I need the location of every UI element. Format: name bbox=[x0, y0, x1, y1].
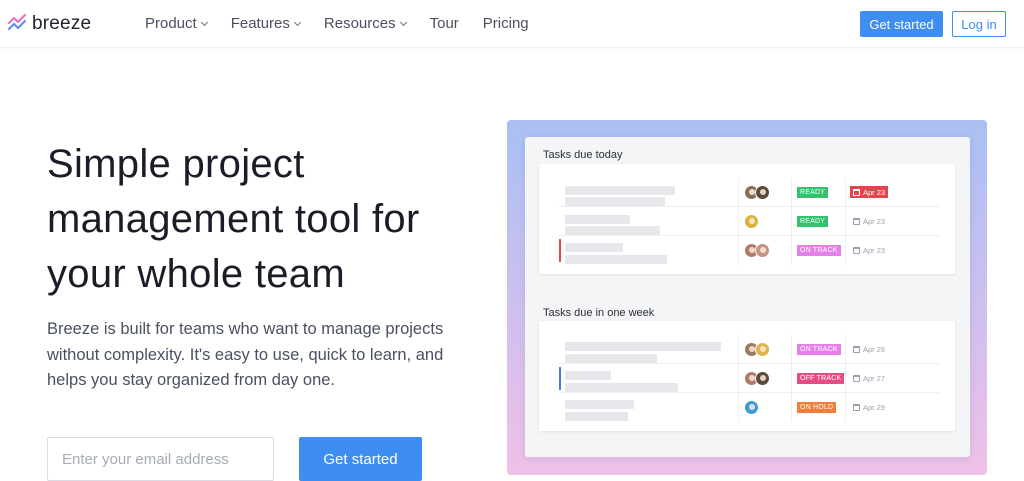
task-text-placeholder bbox=[565, 354, 657, 363]
hero-title-line: management tool for bbox=[47, 197, 420, 241]
hero-title-line: your whole team bbox=[47, 252, 345, 296]
hero-description-line: helps you stay organized from day one. bbox=[47, 371, 336, 389]
task-row[interactable]: ON TRACK Apr 26 bbox=[539, 335, 955, 364]
due-date-text: Apr 29 bbox=[863, 402, 886, 412]
avatar bbox=[755, 243, 770, 258]
task-row[interactable]: OFF TRACK Apr 27 bbox=[539, 364, 955, 393]
due-date[interactable]: Apr 23 bbox=[850, 186, 889, 198]
nav-get-started-button[interactable]: Get started bbox=[860, 11, 943, 37]
due-date-text: Apr 23 bbox=[863, 245, 886, 255]
task-text-placeholder bbox=[565, 197, 665, 206]
nav-item-label: Product bbox=[145, 15, 197, 32]
assignee-avatars[interactable] bbox=[744, 371, 770, 386]
task-text-placeholder bbox=[565, 255, 667, 264]
assignee-avatars[interactable] bbox=[744, 342, 770, 357]
task-row[interactable]: ON TRACK Apr 23 bbox=[539, 236, 955, 265]
calendar-icon bbox=[853, 246, 860, 254]
calendar-icon bbox=[853, 374, 860, 382]
due-date-text: Apr 23 bbox=[863, 187, 886, 197]
section-title-tasks-today: Tasks due today bbox=[543, 149, 623, 161]
status-badge[interactable]: ON HOLD bbox=[797, 402, 837, 413]
priority-flag bbox=[559, 367, 561, 390]
calendar-icon bbox=[853, 188, 860, 196]
task-table-week: ON TRACK Apr 26 OFF TRACK Apr 27 ON HOLD Apr … bbox=[539, 321, 955, 431]
due-date[interactable]: Apr 23 bbox=[850, 244, 888, 256]
due-date[interactable]: Apr 26 bbox=[850, 343, 888, 355]
due-date[interactable]: Apr 23 bbox=[850, 215, 888, 227]
nav-item-label: Tour bbox=[429, 15, 459, 32]
assignee-avatars[interactable] bbox=[744, 214, 759, 229]
due-date-text: Apr 23 bbox=[863, 216, 886, 226]
status-badge[interactable]: ON TRACK bbox=[797, 344, 841, 355]
avatar bbox=[755, 371, 770, 386]
hero-description: Breeze is built for teams who want to ma… bbox=[47, 317, 487, 394]
avatar bbox=[744, 214, 759, 229]
assignee-avatars[interactable] bbox=[744, 400, 759, 415]
task-text-placeholder bbox=[565, 243, 623, 252]
nav-links: Product Features Resources Tour Pricing bbox=[145, 15, 529, 32]
task-row[interactable]: ON HOLD Apr 29 bbox=[539, 393, 955, 422]
logo-text: breeze bbox=[32, 13, 92, 34]
task-text-placeholder bbox=[565, 186, 675, 195]
product-preview-card: Tasks due today READY Apr 23 READY Apr 23 ON… bbox=[525, 137, 970, 457]
priority-flag bbox=[559, 239, 561, 262]
task-text-placeholder bbox=[565, 412, 628, 421]
nav-item-tour[interactable]: Tour bbox=[430, 15, 459, 32]
avatar bbox=[755, 342, 770, 357]
due-date-text: Apr 26 bbox=[863, 344, 886, 354]
chevron-down-icon bbox=[399, 18, 407, 26]
status-badge[interactable]: READY bbox=[797, 216, 829, 227]
nav-item-label: Pricing bbox=[482, 15, 529, 32]
task-table-today: READY Apr 23 READY Apr 23 ON TRACK Apr 23 bbox=[539, 164, 955, 274]
hero-description-line: Breeze is built for teams who want to ma… bbox=[47, 320, 444, 338]
hero-title: Simple project management tool for your … bbox=[47, 137, 487, 302]
calendar-icon bbox=[853, 345, 860, 353]
nav-item-product[interactable]: Product bbox=[145, 15, 208, 32]
login-button[interactable]: Log in bbox=[952, 11, 1006, 37]
assignee-avatars[interactable] bbox=[744, 243, 770, 258]
hero-get-started-button[interactable]: Get started bbox=[299, 437, 422, 481]
chevron-down-icon bbox=[200, 18, 208, 26]
task-row[interactable]: READY Apr 23 bbox=[539, 178, 955, 207]
calendar-icon bbox=[853, 217, 860, 225]
nav-item-features[interactable]: Features bbox=[230, 15, 301, 32]
chevron-down-icon bbox=[293, 18, 301, 26]
avatar bbox=[744, 400, 759, 415]
task-text-placeholder bbox=[565, 226, 660, 235]
task-text-placeholder bbox=[565, 342, 721, 351]
status-badge[interactable]: OFF TRACK bbox=[797, 373, 845, 384]
status-badge[interactable]: READY bbox=[797, 187, 829, 198]
task-row[interactable]: READY Apr 23 bbox=[539, 207, 955, 236]
status-badge[interactable]: ON TRACK bbox=[797, 245, 841, 256]
assignee-avatars[interactable] bbox=[744, 185, 770, 200]
nav-item-label: Features bbox=[230, 15, 290, 32]
calendar-icon bbox=[853, 403, 860, 411]
task-text-placeholder bbox=[565, 215, 630, 224]
due-date[interactable]: Apr 27 bbox=[850, 372, 888, 384]
top-navigation: breeze Product Features Resources Tour P… bbox=[0, 0, 1024, 48]
nav-item-pricing[interactable]: Pricing bbox=[483, 15, 529, 32]
nav-item-label: Resources bbox=[323, 15, 396, 32]
task-text-placeholder bbox=[565, 383, 678, 392]
due-date-text: Apr 27 bbox=[863, 373, 886, 383]
email-input[interactable] bbox=[47, 437, 274, 481]
nav-item-resources[interactable]: Resources bbox=[323, 15, 407, 32]
logo[interactable]: breeze bbox=[7, 13, 91, 35]
breeze-logo-icon bbox=[7, 14, 27, 31]
hero-description-line: without complexity. It's easy to use, qu… bbox=[47, 345, 444, 364]
section-title-tasks-week: Tasks due in one week bbox=[543, 307, 655, 319]
due-date[interactable]: Apr 29 bbox=[850, 401, 888, 413]
hero-title-line: Simple project bbox=[47, 142, 305, 186]
avatar bbox=[755, 185, 770, 200]
task-text-placeholder bbox=[565, 400, 634, 409]
task-text-placeholder bbox=[565, 371, 611, 380]
